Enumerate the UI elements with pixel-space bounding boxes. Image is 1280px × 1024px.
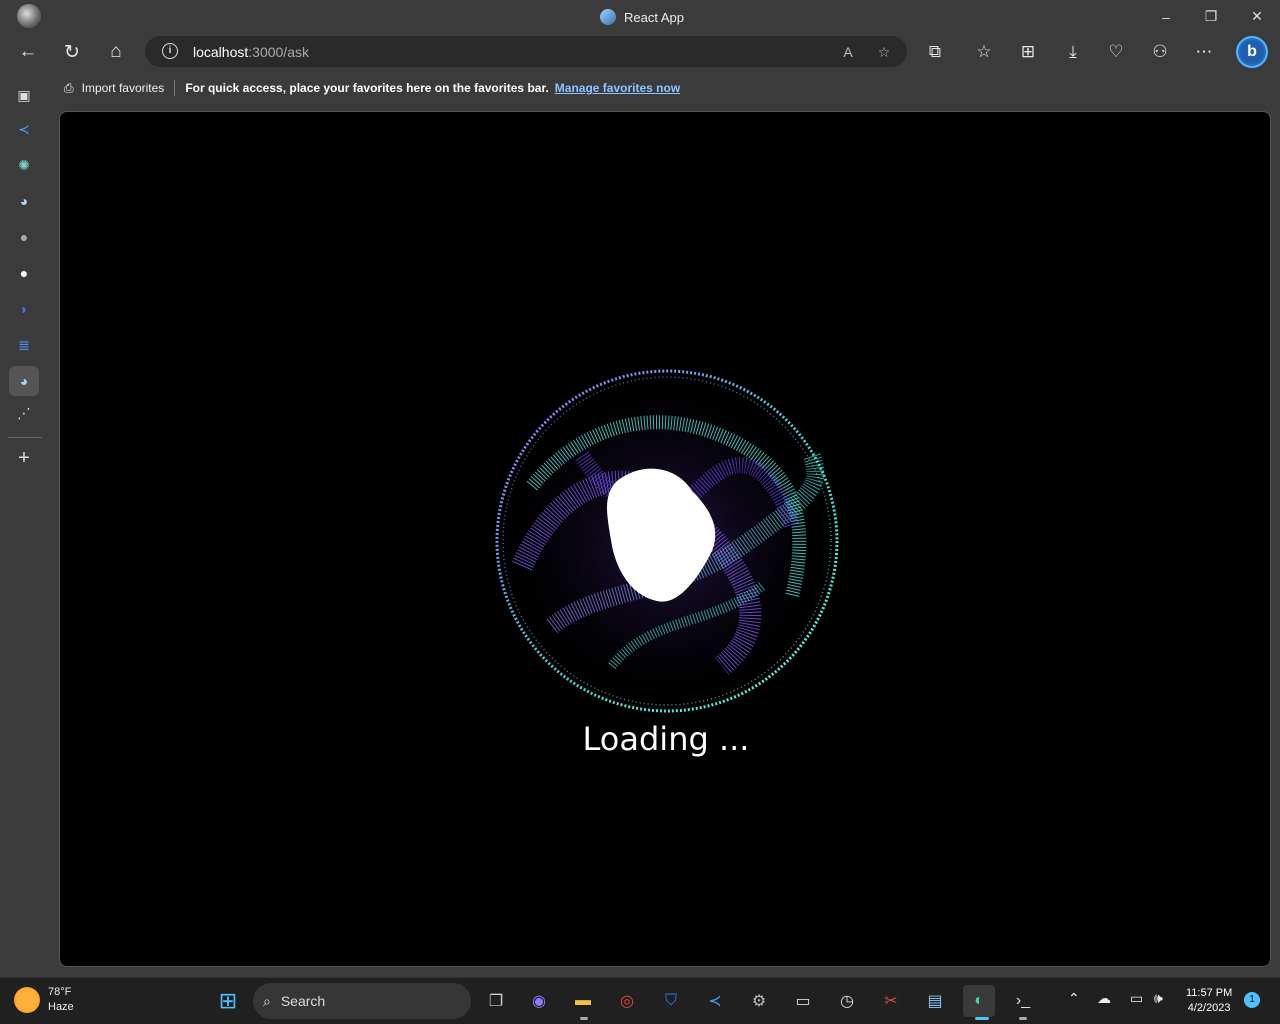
search-label: Search [280,993,326,1009]
loading-icon[interactable]: ⋰ [9,398,39,428]
clock-date: 4/2/2023 [1187,1002,1231,1014]
collections-icon[interactable]: ⊞ [1012,36,1044,68]
profile-avatar[interactable] [17,4,41,28]
network-icon[interactable]: ▭ [1130,990,1143,1007]
vscode-icon[interactable]: ≺ [699,985,731,1017]
edge-dev-icon[interactable]: ◐ [963,985,995,1017]
onedrive-icon[interactable]: ☁ [1097,990,1111,1007]
home-icon[interactable]: ⌂ [100,36,132,68]
settings-icon[interactable]: ⚙ [743,985,775,1017]
notes-icon[interactable]: ≣ [9,330,39,360]
file-explorer-icon[interactable]: ▬ [567,985,599,1017]
notification-badge[interactable]: 1 [1244,992,1260,1008]
chatgpt-icon[interactable]: ✺ [9,150,39,180]
github-icon[interactable]: ● [9,222,39,252]
window-title: React App [600,9,684,25]
tab-actions-icon[interactable]: ▣ [9,80,39,110]
weather-icon [14,987,40,1013]
more-icon[interactable]: ⋯ [1188,36,1220,68]
manage-favorites-link[interactable]: Manage favorites now [555,81,680,95]
orb-graphic [495,369,839,713]
docs-icon[interactable]: ◗ [9,294,39,324]
defender-icon[interactable]: ⛉ [655,985,687,1017]
browser-essentials-icon[interactable]: ♡ [1100,36,1132,68]
tab-title-text: React App [624,9,684,25]
back-icon[interactable]: ← [12,36,44,68]
search-icon: ⌕ [263,992,271,1009]
navigation-bar: ← ↻ ⌂ i localhost:3000/ask A ☆ ⧉ ☆ ⊞ ⤓ ♡… [0,33,1280,71]
react-app-icon [600,9,616,25]
clock-app-icon[interactable]: ◷ [831,985,863,1017]
bing-icon[interactable]: b [1236,36,1268,68]
taskbar-search[interactable]: ⌕ Search [253,983,471,1019]
chrome-icon[interactable]: ◎ [611,985,643,1017]
github-icon[interactable]: ● [9,258,39,288]
favorites-icon[interactable]: ☆ [968,36,1000,68]
import-favorites-label: Import favorites [81,81,165,95]
add-icon[interactable]: + [9,443,39,473]
loading-orb [492,366,842,716]
favorites-message: For quick access, place your favorites h… [185,81,549,95]
url-text[interactable]: localhost:3000/ask [193,44,309,60]
import-icon: ⎙ [64,80,74,95]
extensions-icon[interactable]: ⧉ [919,36,951,68]
show-hidden-icons[interactable]: ⌃ [1068,990,1080,1007]
system-clock[interactable]: 11:57 PM 4/2/2023 [1186,986,1232,1016]
refresh-icon[interactable]: ↻ [56,36,88,68]
app-running-indicator [580,1017,588,1020]
loading-text: Loading ... [582,720,750,758]
url-host: localhost [193,44,249,60]
app-active-indicator [975,1017,989,1020]
add-favorite-icon[interactable]: ☆ [873,41,895,63]
clock-time: 11:57 PM [1186,987,1233,999]
favorites-bar: ⎙ Import favorites For quick access, pla… [50,71,1280,105]
site-info-icon[interactable]: i [162,43,178,59]
teams-icon[interactable]: ◉ [523,985,555,1017]
start-icon[interactable]: ⊞ [212,985,244,1017]
page-viewport: Loading ... [59,111,1271,967]
app-running-indicator [1019,1017,1027,1020]
weather-widget[interactable]: 78°F Haze [14,985,74,1015]
url-path: :3000/ask [248,44,309,60]
read-aloud-icon[interactable]: A [837,41,859,63]
taskbar: 78°F Haze ⊞ ⌕ Search ❐ ◉ ▬ ◎ ⛉ ≺ ⚙ ▭ ◷ ✂… [0,977,1280,1024]
title-bar: React App – ❐ ✕ [0,0,1280,33]
terminal-icon[interactable]: ▭ [787,985,819,1017]
favorites-divider [174,80,176,96]
monitor-app-icon[interactable]: ▤ [919,985,951,1017]
import-favorites-button[interactable]: ⎙ Import favorites [50,81,164,96]
close-button[interactable]: ✕ [1234,0,1280,33]
sidebar-divider [8,437,42,438]
snipping-tool-icon[interactable]: ✂ [875,985,907,1017]
task-view-icon[interactable]: ❐ [480,985,512,1017]
downloads-icon[interactable]: ⤓ [1057,36,1089,68]
volume-icon[interactable]: 🕪 [1154,990,1163,1007]
minimize-button[interactable]: – [1143,0,1189,33]
react-app-icon[interactable]: ◕ [9,186,39,216]
vscode-icon[interactable]: ≺ [9,114,39,144]
windows-terminal-icon[interactable]: ›_ [1007,985,1039,1017]
browser-sidebar: ▣ ≺ ✺ ◕ ● ● ◗ ≣ ◕ ⋰ + [0,71,50,977]
react-app-icon[interactable]: ◕ [9,366,39,396]
weather-desc: Haze [48,1001,74,1013]
weather-temp: 78°F [48,986,72,998]
address-bar[interactable]: i localhost:3000/ask A ☆ [145,36,907,67]
profile-sync-icon[interactable]: ⚇ [1144,36,1176,68]
restore-button[interactable]: ❐ [1188,0,1234,33]
